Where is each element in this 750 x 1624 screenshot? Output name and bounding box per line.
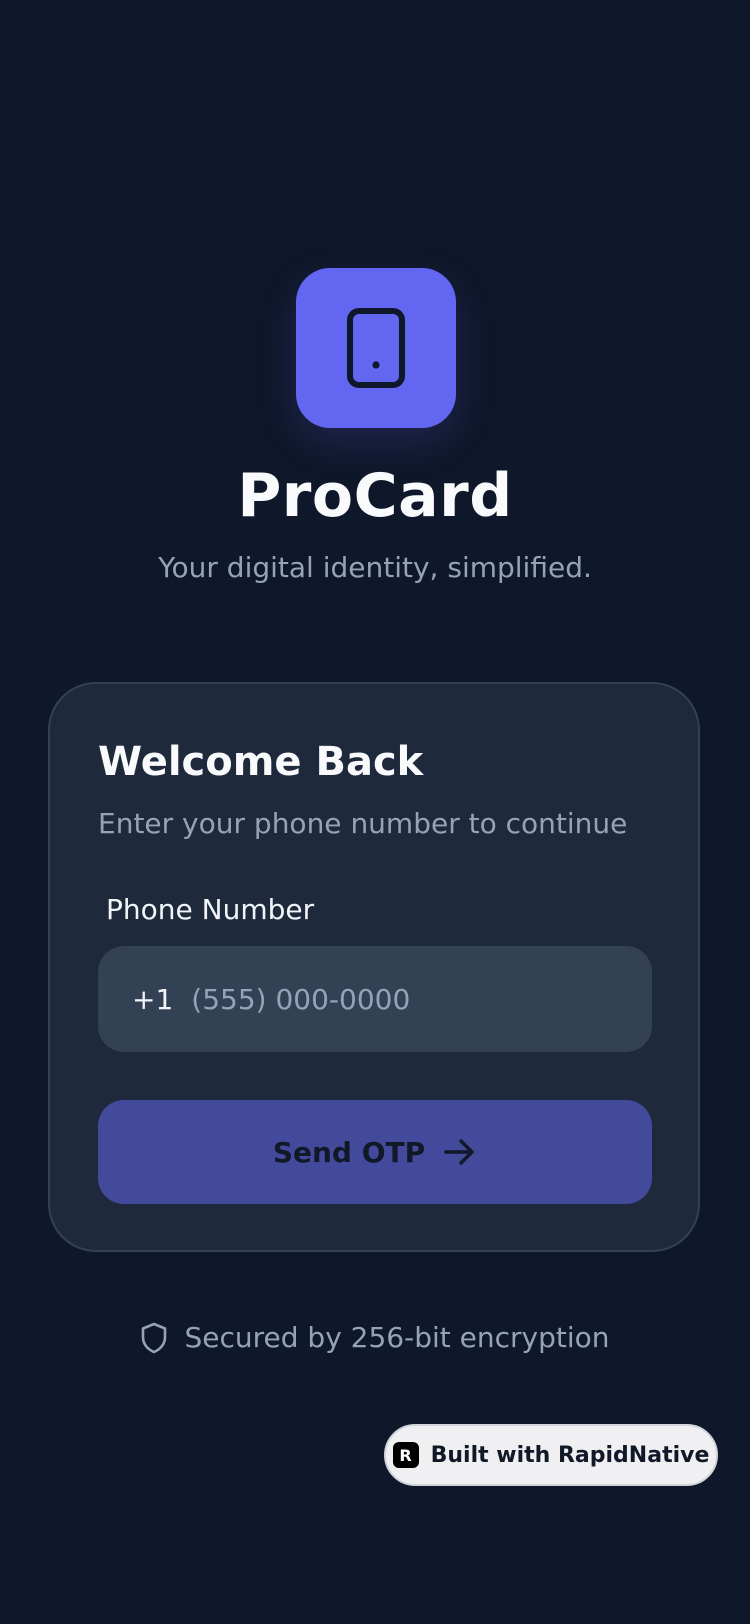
shield-icon: [140, 1322, 168, 1354]
security-text: Secured by 256-bit encryption: [184, 1321, 610, 1354]
smartphone-icon: [347, 308, 405, 388]
country-code[interactable]: +1: [132, 983, 173, 1016]
card-title: Welcome Back: [98, 739, 424, 785]
badge-text: Built with RapidNative: [430, 1442, 710, 1468]
send-otp-label: Send OTP: [272, 1135, 426, 1169]
arrow-right-icon: [443, 1138, 477, 1166]
login-card: Welcome Back Enter your phone number to …: [48, 682, 700, 1252]
card-subtitle: Enter your phone number to continue: [98, 807, 628, 840]
app-logo: [296, 268, 456, 428]
phone-field[interactable]: +1: [98, 946, 652, 1052]
app-tagline: Your digital identity, simplified.: [158, 551, 592, 584]
security-note: Secured by 256-bit encryption: [0, 1318, 750, 1358]
built-with-badge[interactable]: R Built with RapidNative: [384, 1424, 718, 1486]
rapidnative-logo-icon: R: [392, 1442, 419, 1468]
phone-number-label: Phone Number: [106, 893, 315, 926]
app-title: ProCard: [237, 461, 513, 531]
send-otp-button[interactable]: Send OTP: [98, 1100, 652, 1204]
phone-input[interactable]: [189, 981, 594, 1017]
